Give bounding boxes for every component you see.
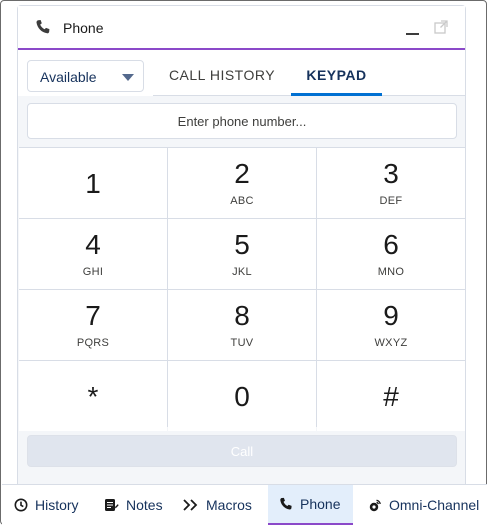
key-digit: 4 xyxy=(85,229,101,260)
key-letters: TUV xyxy=(230,337,254,349)
phone-panel: Phone Available CALL HISTORY KEYPAD 1 2 … xyxy=(17,5,466,487)
utility-item-notes[interactable]: Notes xyxy=(104,485,163,525)
key-letters: DEF xyxy=(379,195,403,207)
keypad-key-3[interactable]: 3 DEF xyxy=(317,148,465,218)
panel-header: Phone xyxy=(18,6,465,50)
keypad-key-hash[interactable]: # xyxy=(317,361,465,431)
tab-keypad[interactable]: KEYPAD xyxy=(291,56,382,96)
utility-label: Notes xyxy=(126,497,163,513)
keypad-key-4[interactable]: 4 GHI xyxy=(19,219,167,289)
phone-icon xyxy=(36,20,50,34)
utility-label: Phone xyxy=(300,496,341,512)
key-digit: * xyxy=(87,381,99,412)
omni-channel-icon xyxy=(369,499,381,511)
presence-status-value: Available xyxy=(40,69,97,85)
tab-call-history[interactable]: CALL HISTORY xyxy=(153,56,291,96)
key-digit: 3 xyxy=(383,158,399,189)
keypad-key-star[interactable]: * xyxy=(19,361,167,431)
presence-status-select[interactable]: Available xyxy=(27,60,144,92)
key-digit: 6 xyxy=(383,229,399,260)
keypad-key-5[interactable]: 5 JKL xyxy=(168,219,316,289)
keypad-grid: 1 2 ABC 3 DEF 4 GHI 5 JKL 6 MNO 7 PQRS 8… xyxy=(19,147,465,431)
keypad-key-8[interactable]: 8 TUV xyxy=(168,290,316,360)
key-digit: 9 xyxy=(383,300,399,331)
key-letters: ABC xyxy=(230,195,254,207)
macros-icon xyxy=(183,499,198,511)
panel-title: Phone xyxy=(63,20,104,36)
utility-label: History xyxy=(35,497,79,513)
utility-label: Macros xyxy=(206,497,252,513)
utility-item-history[interactable]: History xyxy=(14,485,79,525)
key-digit: 7 xyxy=(85,300,101,331)
utility-item-omni-channel[interactable]: Omni-Channel xyxy=(367,485,479,525)
key-letters: JKL xyxy=(232,266,252,278)
keypad-key-1[interactable]: 1 xyxy=(19,148,167,218)
phone-tabs: CALL HISTORY KEYPAD xyxy=(153,56,465,96)
keypad-key-0[interactable]: 0 xyxy=(168,361,316,431)
utility-label: Omni-Channel xyxy=(389,497,480,513)
phone-icon xyxy=(280,497,292,510)
key-digit: 5 xyxy=(234,229,250,260)
keypad-key-9[interactable]: 9 WXYZ xyxy=(317,290,465,360)
app-frame: Phone Available CALL HISTORY KEYPAD 1 2 … xyxy=(0,0,487,525)
keypad-key-7[interactable]: 7 PQRS xyxy=(19,290,167,360)
utility-item-macros[interactable]: Macros xyxy=(183,485,252,525)
key-letters: WXYZ xyxy=(374,337,408,349)
minimize-icon[interactable] xyxy=(406,33,419,35)
keypad-key-2[interactable]: 2 ABC xyxy=(168,148,316,218)
key-digit: 2 xyxy=(234,158,250,189)
key-letters: GHI xyxy=(82,266,104,278)
key-digit: 1 xyxy=(85,168,101,199)
key-letters: MNO xyxy=(377,266,405,278)
phone-number-input[interactable] xyxy=(27,103,457,139)
call-button[interactable]: Call xyxy=(27,435,457,467)
key-letters: PQRS xyxy=(76,337,110,349)
chevron-down-icon xyxy=(122,74,134,81)
keypad-key-6[interactable]: 6 MNO xyxy=(317,219,465,289)
utility-bar: History Notes Macros Phone Omni-Channel xyxy=(2,484,487,525)
key-digit: # xyxy=(383,381,399,412)
utility-item-phone[interactable]: Phone xyxy=(268,485,353,525)
key-digit: 0 xyxy=(234,381,250,412)
notes-icon xyxy=(105,499,119,511)
key-digit: 8 xyxy=(234,300,250,331)
popout-icon[interactable] xyxy=(434,20,448,34)
clock-icon xyxy=(14,498,28,512)
